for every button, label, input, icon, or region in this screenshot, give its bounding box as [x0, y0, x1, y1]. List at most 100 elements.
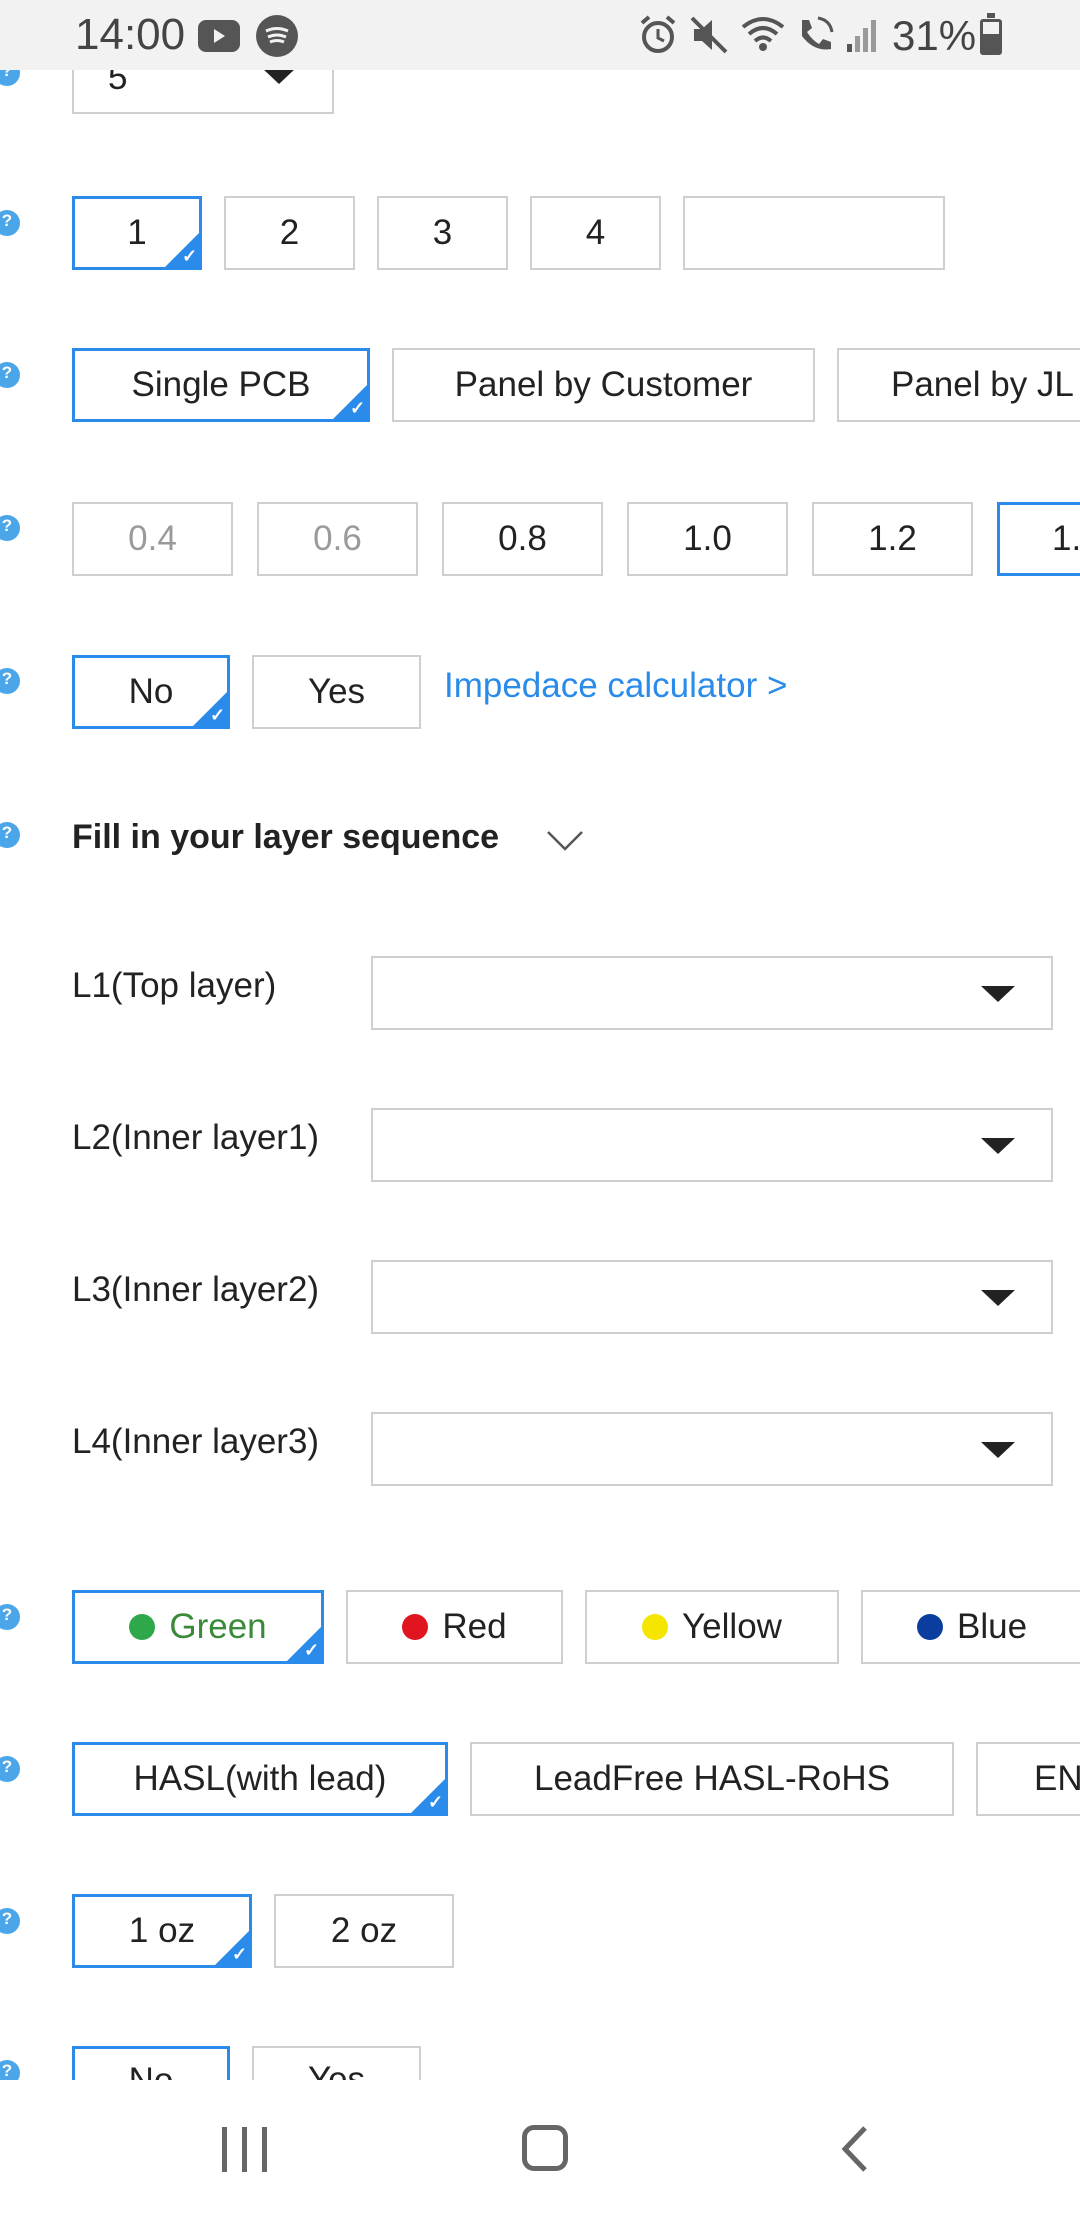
pcb-order-form: 5 1 2 3 4 Single PCB Panel by Customer P…: [0, 70, 1080, 2080]
signal-icon: [845, 16, 881, 59]
thickness-option-0-4[interactable]: 0.4: [72, 502, 233, 576]
help-icon[interactable]: [0, 210, 20, 236]
check-icon: [164, 232, 199, 267]
layer-label-l1: L1(Top layer): [72, 966, 277, 1005]
option-label: Green: [169, 1607, 267, 1646]
layer-label-l3: L3(Inner layer2): [72, 1270, 320, 1309]
color-option-blue[interactable]: Blue: [861, 1590, 1080, 1664]
layer-label-l4: L4(Inner layer3): [72, 1422, 320, 1461]
option-label: No: [129, 2061, 174, 2080]
impedance-calculator-link[interactable]: Impedace calculator >: [444, 666, 787, 706]
help-icon[interactable]: [0, 1756, 20, 1782]
mute-icon: [688, 14, 730, 61]
option-label: 1.2: [868, 519, 917, 558]
panel-option-customer[interactable]: Panel by Customer: [392, 348, 815, 422]
back-button[interactable]: [835, 2125, 875, 2173]
option-label: Yellow: [682, 1607, 782, 1646]
panel-option-jlc[interactable]: Panel by JL: [837, 348, 1080, 422]
option-label: Yes: [307, 2060, 366, 2080]
help-icon[interactable]: [0, 822, 20, 848]
thickness-option-0-8[interactable]: 0.8: [442, 502, 603, 576]
check-icon: [214, 1930, 249, 1965]
impedance-option-yes[interactable]: Yes: [252, 655, 421, 729]
option-label: HASL(with lead): [133, 1759, 387, 1798]
chevron-down-icon[interactable]: [546, 830, 584, 857]
thickness-option-0-6[interactable]: 0.6: [257, 502, 418, 576]
layers-option-4[interactable]: 4: [530, 196, 661, 270]
layers-option-2[interactable]: 2: [224, 196, 355, 270]
option-label: 0.6: [313, 519, 362, 558]
color-option-green[interactable]: Green: [72, 1590, 324, 1664]
check-icon: [286, 1626, 321, 1661]
top-select[interactable]: 5: [72, 70, 334, 114]
top-select-value: 5: [108, 70, 128, 97]
thickness-option-1-2[interactable]: 1.2: [812, 502, 973, 576]
copper-option-2oz[interactable]: 2 oz: [274, 1894, 454, 1968]
color-option-yellow[interactable]: Yellow: [585, 1590, 839, 1664]
color-dot-blue: [917, 1614, 943, 1640]
option-label: EN: [1034, 1759, 1080, 1798]
option-label: No: [128, 672, 174, 711]
layer-select-l4[interactable]: [371, 1412, 1053, 1486]
layer-label-l2: L2(Inner layer1): [72, 1118, 320, 1157]
chevron-down-icon: [981, 1442, 1015, 1458]
layers-option-1[interactable]: 1: [72, 196, 202, 270]
finish-option-leadfree[interactable]: LeadFree HASL-RoHS: [470, 1742, 954, 1816]
option-label: 2 oz: [330, 1911, 398, 1950]
chevron-down-icon: [981, 1138, 1015, 1154]
impedance-option-no[interactable]: No: [72, 655, 230, 729]
option-label: Panel by Customer: [454, 365, 753, 404]
option-label: 1.: [1052, 519, 1080, 558]
option-label: Red: [442, 1607, 507, 1646]
option-label: 1 oz: [128, 1911, 196, 1950]
option-label: Blue: [957, 1607, 1028, 1646]
copper-option-1oz[interactable]: 1 oz: [72, 1894, 252, 1968]
finish-option-enig[interactable]: EN: [976, 1742, 1080, 1816]
help-icon[interactable]: [0, 70, 20, 86]
help-icon[interactable]: [0, 1908, 20, 1934]
alarm-icon: [638, 14, 678, 61]
option-label: 1.0: [683, 519, 732, 558]
thickness-option-1-0[interactable]: 1.0: [627, 502, 788, 576]
last-option-no[interactable]: No: [72, 2046, 230, 2080]
help-icon[interactable]: [0, 1604, 20, 1630]
status-time: 14:00: [75, 10, 186, 59]
panel-option-single[interactable]: Single PCB: [72, 348, 370, 422]
help-icon[interactable]: [0, 668, 20, 694]
last-option-yes[interactable]: Yes: [252, 2046, 421, 2080]
wifi-call-icon: [794, 14, 836, 61]
chevron-down-icon: [981, 986, 1015, 1002]
wifi-icon: [740, 14, 786, 59]
layer-select-l3[interactable]: [371, 1260, 1053, 1334]
youtube-icon: [198, 20, 240, 52]
layer-select-l1[interactable]: [371, 956, 1053, 1030]
layer-select-l2[interactable]: [371, 1108, 1053, 1182]
recent-apps-button[interactable]: [222, 2127, 267, 2172]
color-dot-red: [402, 1614, 429, 1640]
help-icon[interactable]: [0, 362, 20, 388]
help-icon[interactable]: [0, 2060, 20, 2080]
option-label: 4: [585, 213, 606, 252]
check-icon: [332, 384, 367, 419]
layers-custom-input[interactable]: [683, 196, 945, 270]
chevron-down-icon: [981, 1290, 1015, 1306]
spotify-icon: [256, 15, 298, 57]
layer-sequence-title[interactable]: Fill in your layer sequence: [72, 818, 499, 857]
check-icon: [192, 691, 227, 726]
option-label: 1: [127, 213, 147, 252]
option-label: LeadFree HASL-RoHS: [534, 1759, 890, 1798]
layers-option-3[interactable]: 3: [377, 196, 508, 270]
color-option-red[interactable]: Red: [346, 1590, 563, 1664]
thickness-option-selected[interactable]: 1.: [997, 502, 1080, 576]
option-label: Yes: [307, 672, 366, 711]
option-label: 3: [432, 213, 453, 252]
home-button[interactable]: [522, 2125, 568, 2171]
help-icon[interactable]: [0, 515, 20, 541]
option-label: Panel by JL: [891, 365, 1074, 404]
option-label: 0.8: [498, 519, 547, 558]
option-label: 0.4: [128, 519, 177, 558]
color-dot-green: [129, 1614, 156, 1640]
battery-icon: [980, 13, 1002, 55]
chevron-down-icon: [262, 70, 296, 84]
finish-option-hasl[interactable]: HASL(with lead): [72, 1742, 448, 1816]
